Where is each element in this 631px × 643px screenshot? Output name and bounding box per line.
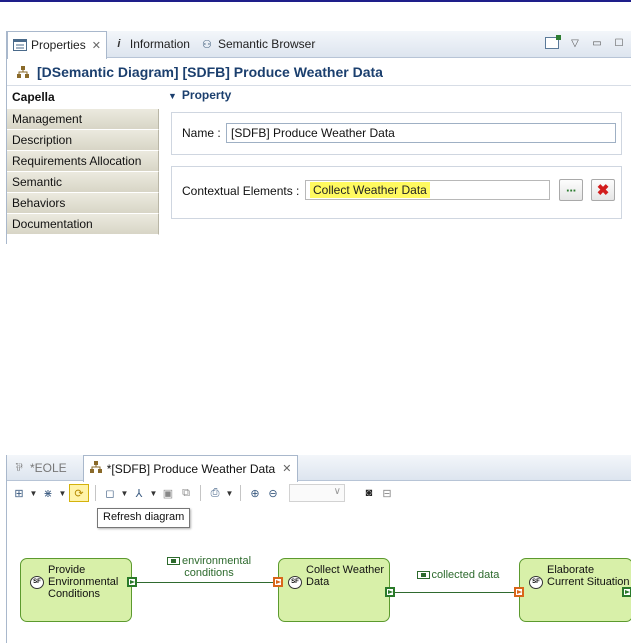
contextual-elements-group: Contextual Elements : Collect Weather Da… <box>171 166 622 219</box>
function-provide-environmental-conditions[interactable]: SF Provide Environmental Conditions <box>20 558 137 622</box>
exchange-label-environmental-conditions[interactable]: environmental conditions <box>159 555 259 579</box>
diagram-icon <box>89 461 102 476</box>
exchange-line-collected-data[interactable] <box>392 592 520 593</box>
output-port-icon[interactable] <box>622 587 631 597</box>
system-function-icon: SF <box>529 576 543 589</box>
output-port-icon[interactable] <box>127 577 137 587</box>
delete-button[interactable]: ✖ <box>591 179 615 201</box>
select-all-icon[interactable]: ◻ <box>102 484 118 502</box>
contextual-elements-label: Contextual Elements : <box>182 184 300 198</box>
properties-body: Capella Management Description Requireme… <box>7 86 631 243</box>
category-list: Capella Management Description Requireme… <box>7 86 159 235</box>
tab-produce-weather-data-label: *[SDFB] Produce Weather Data <box>106 461 276 476</box>
output-port-icon[interactable] <box>385 587 395 597</box>
zoom-out-icon[interactable]: ⊖ <box>265 484 281 502</box>
category-documentation[interactable]: Documentation <box>7 214 159 235</box>
tab-information[interactable]: i Information <box>107 31 195 58</box>
category-management[interactable]: Management <box>7 109 159 130</box>
tab-semantic-browser[interactable]: ⚇ Semantic Browser <box>195 31 320 58</box>
properties-view-tabbar: Properties ✕ i Information ⚇ Semantic Br… <box>7 30 631 59</box>
close-icon[interactable]: ✕ <box>92 39 101 52</box>
minimize-icon[interactable]: ▭ <box>591 37 603 49</box>
diagram-icon <box>15 64 31 80</box>
maximize-icon[interactable]: ☐ <box>613 37 625 49</box>
exchange-label-collected-data[interactable]: collected data <box>408 569 508 581</box>
system-function-icon: SF <box>288 576 302 589</box>
category-requirements-allocation[interactable]: Requirements Allocation <box>7 151 159 172</box>
diagram-editor: ⅌ *EOLE *[SDFB] Produce Weather Data ✕ ⊞… <box>6 454 631 643</box>
name-group: Name : [SDFB] Produce Weather Data <box>171 112 622 155</box>
zoom-in-icon[interactable]: ⊕ <box>247 484 263 502</box>
chevron-down-icon[interactable]: ▼ <box>58 484 67 502</box>
page-title: [DSemantic Diagram] [SDFB] Produce Weath… <box>37 63 383 80</box>
property-section-header[interactable]: ▼ Property <box>168 88 231 102</box>
contextual-elements-value: Collect Weather Data <box>310 182 430 198</box>
function-name: Elaborate Current Situation <box>547 564 630 588</box>
export-icon[interactable]: ⧉ <box>178 484 194 502</box>
function-name: Collect Weather Data <box>306 564 385 588</box>
view-controls: ▽ ▭ ☐ <box>545 35 625 49</box>
function-name: Provide Environmental Conditions <box>48 564 119 600</box>
pin-icon[interactable]: ▣ <box>160 484 176 502</box>
tab-semantic-browser-label: Semantic Browser <box>217 37 316 51</box>
properties-title-bar: [DSemantic Diagram] [SDFB] Produce Weath… <box>7 58 631 86</box>
tooltip-refresh-diagram: Refresh diagram <box>97 508 191 528</box>
chevron-down-icon[interactable]: ▼ <box>29 484 38 502</box>
contextual-elements-field[interactable]: Collect Weather Data <box>305 180 550 200</box>
tab-properties-label: Properties <box>31 38 86 52</box>
exchange-line-environmental-conditions[interactable] <box>134 582 277 583</box>
editor-tabbar: ⅌ *EOLE *[SDFB] Produce Weather Data ✕ <box>7 454 631 482</box>
input-port-icon[interactable] <box>514 587 524 597</box>
arrange-icon[interactable]: ⅄ <box>131 484 147 502</box>
properties-icon <box>13 38 27 52</box>
input-port-icon[interactable] <box>273 577 283 587</box>
tab-properties[interactable]: Properties ✕ <box>7 30 107 59</box>
toolbar-separator <box>240 485 241 501</box>
browse-button[interactable]: ··· <box>559 179 583 201</box>
view-menu-icon[interactable]: ▽ <box>569 37 581 49</box>
properties-view: Properties ✕ i Information ⚇ Semantic Br… <box>6 30 631 244</box>
functional-exchange-icon <box>416 571 430 579</box>
tab-eole[interactable]: ⅌ *EOLE <box>7 455 73 481</box>
name-field[interactable]: [SDFB] Produce Weather Data <box>226 123 616 143</box>
tab-information-label: Information <box>129 37 190 51</box>
toolbar-separator <box>95 485 96 501</box>
window-top-border <box>0 0 631 2</box>
filters-icon[interactable]: ⋇ <box>40 484 56 502</box>
category-capella[interactable]: Capella <box>7 86 159 109</box>
diagram-toolbar: ⊞ ▼ ⋇ ▼ ⟳ ◻ ▼ ⅄ ▼ ▣ ⧉ ⎙ ▼ ⊕ ⊖ ◙ ⊟ <box>7 481 631 505</box>
functional-exchange-icon <box>166 557 180 565</box>
semantic-browser-icon: ⚇ <box>202 38 212 51</box>
tab-produce-weather-data[interactable]: *[SDFB] Produce Weather Data ✕ <box>82 454 299 482</box>
pin-view-icon[interactable] <box>545 35 561 49</box>
print-icon[interactable]: ⎙ <box>207 484 223 502</box>
eole-diagram-icon: ⅌ <box>15 462 23 474</box>
refresh-diagram-icon[interactable]: ⟳ <box>69 484 89 502</box>
category-semantic[interactable]: Semantic <box>7 172 159 193</box>
chevron-down-icon[interactable]: ▼ <box>149 484 158 502</box>
chevron-down-icon[interactable]: ▼ <box>225 484 234 502</box>
function-collect-weather-data[interactable]: SF Collect Weather Data <box>273 558 395 622</box>
name-label: Name : <box>182 126 221 140</box>
chevron-down-icon[interactable]: ▼ <box>120 484 129 502</box>
category-description[interactable]: Description <box>7 130 159 151</box>
properties-icon[interactable]: ⊟ <box>379 484 395 502</box>
collapse-triangle-icon: ▼ <box>168 91 177 101</box>
toolbar-separator <box>200 485 201 501</box>
function-elaborate-current-situation[interactable]: SF Elaborate Current Situation <box>514 558 631 622</box>
tab-eole-label: *EOLE <box>30 460 67 475</box>
section-title: Property <box>181 88 232 102</box>
camera-icon[interactable]: ◙ <box>361 484 377 502</box>
information-icon: i <box>117 38 121 50</box>
zoom-select[interactable] <box>289 484 345 502</box>
layers-icon[interactable]: ⊞ <box>11 484 27 502</box>
category-behaviors[interactable]: Behaviors <box>7 193 159 214</box>
system-function-icon: SF <box>30 576 44 589</box>
close-icon[interactable]: ✕ <box>282 462 291 475</box>
